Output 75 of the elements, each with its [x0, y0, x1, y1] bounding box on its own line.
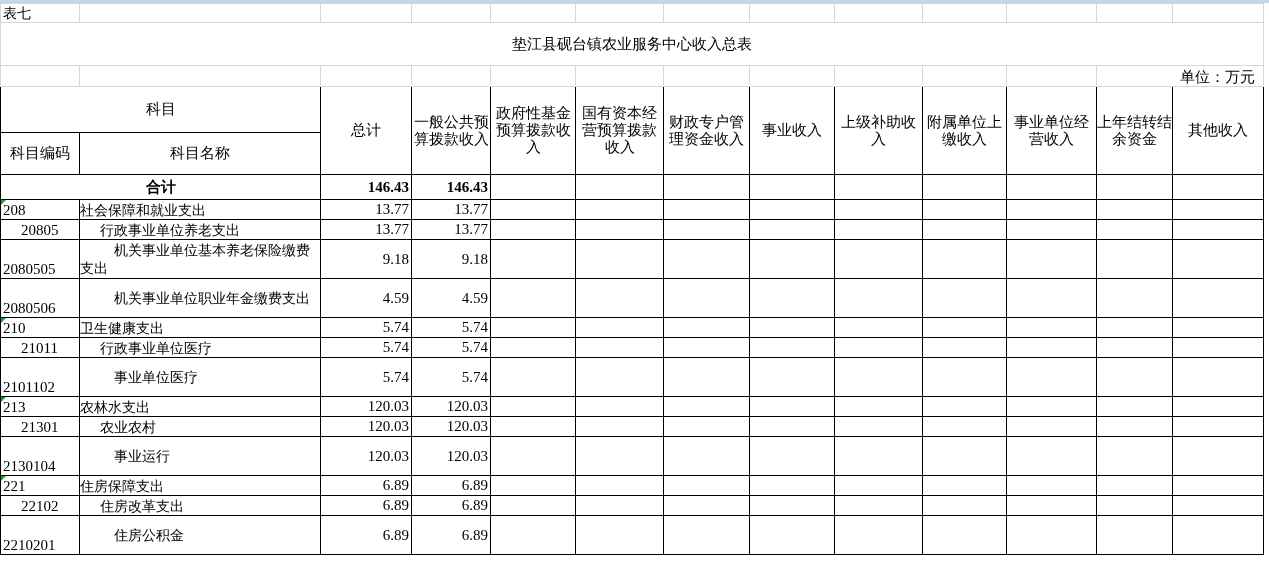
header-cell: 上年结转结余资金 — [1096, 86, 1173, 175]
triangle-icon — [1, 397, 6, 402]
header-cell: 科目 — [0, 86, 321, 133]
table-cell: 6.89 — [320, 495, 412, 516]
table-cell: 住房保障支出 — [79, 475, 321, 496]
table-cell: 120.03 — [411, 436, 491, 476]
header-cell: 财政专户管理资金收入 — [663, 86, 750, 175]
header-cell: 一般公共预算拨款收入 — [411, 86, 491, 175]
table-cell: 221 — [0, 475, 80, 496]
header-cell: 事业单位经营收入 — [1006, 86, 1097, 175]
table-cell: 住房改革支出 — [79, 495, 321, 516]
table-cell: 6.89 — [411, 495, 491, 516]
sheet-label: 表七 — [3, 5, 31, 21]
table-cell: 行政事业单位养老支出 — [79, 219, 321, 240]
triangle-icon — [1, 476, 6, 481]
table-cell: 社会保障和就业支出 — [79, 199, 321, 220]
table-cell: 146.43 — [411, 174, 491, 200]
table-cell: 2210201 — [0, 515, 80, 555]
table-cell: 120.03 — [320, 396, 412, 417]
header-cell: 上级补助收入 — [834, 86, 923, 175]
table-cell: 5.74 — [411, 317, 491, 338]
header-cell: 附属单位上缴收入 — [922, 86, 1007, 175]
table-cell: 6.89 — [411, 515, 491, 555]
table-cell: 2080505 — [0, 239, 80, 279]
table-cell: 120.03 — [411, 416, 491, 437]
table-cell: 208 — [0, 199, 80, 220]
table-cell: 146.43 — [320, 174, 412, 200]
table-cell: 6.89 — [320, 515, 412, 555]
table-cell: 21301 — [0, 416, 80, 437]
table-cell: 农林水支出 — [79, 396, 321, 417]
table-cell: 6.89 — [411, 475, 491, 496]
table-cell: 120.03 — [320, 416, 412, 437]
header-cell: 其他收入 — [1172, 86, 1264, 175]
table-cell: 5.74 — [411, 357, 491, 397]
header-cell: 事业收入 — [749, 86, 835, 175]
table-cell: 120.03 — [411, 396, 491, 417]
table-cell: 住房公积金 — [79, 515, 321, 555]
unit-label: 单位：万元 — [1180, 68, 1255, 86]
table-cell: 机关事业单位基本养老保险缴费支出 — [79, 239, 321, 279]
table-cell: 2101102 — [0, 357, 80, 397]
table-cell: 13.77 — [411, 199, 491, 220]
table-cell: 13.77 — [411, 219, 491, 240]
header-cell: 科目编码 — [0, 132, 80, 175]
table-cell: 4.59 — [411, 278, 491, 318]
header-cell: 总计 — [320, 86, 412, 175]
table-cell: 事业运行 — [79, 436, 321, 476]
table-cell: 13.77 — [320, 219, 412, 240]
table-cell: 213 — [0, 396, 80, 417]
table-cell: 5.74 — [320, 317, 412, 338]
table-cell: 5.74 — [320, 337, 412, 358]
header-cell: 政府性基金预算拨款收入 — [490, 86, 576, 175]
table-cell: 5.74 — [411, 337, 491, 358]
table-cell: 4.59 — [320, 278, 412, 318]
table-cell: 2130104 — [0, 436, 80, 476]
triangle-icon — [1, 318, 6, 323]
table-cell: 5.74 — [320, 357, 412, 397]
table-cell: 行政事业单位医疗 — [79, 337, 321, 358]
table-cell: 机关事业单位职业年金缴费支出 — [79, 278, 321, 318]
table-cell: 6.89 — [320, 475, 412, 496]
sheet-title: 垫江县砚台镇农业服务中心收入总表 — [512, 34, 752, 53]
table-cell: 农业农村 — [79, 416, 321, 437]
table-cell: 22102 — [0, 495, 80, 516]
table-cell: 卫生健康支出 — [79, 317, 321, 338]
table-cell: 13.77 — [320, 199, 412, 220]
table-cell: 9.18 — [411, 239, 491, 279]
table-cell: 事业单位医疗 — [79, 357, 321, 397]
table-cell: 2080506 — [0, 278, 80, 318]
total-label: 合计 — [0, 174, 321, 200]
table-cell: 21011 — [0, 337, 80, 358]
table-cell: 9.18 — [320, 239, 412, 279]
table-cell: 120.03 — [320, 436, 412, 476]
triangle-icon — [1, 200, 6, 205]
table-cell: 20805 — [0, 219, 80, 240]
header-cell: 国有资本经营预算拨款收入 — [575, 86, 664, 175]
table-cell: 210 — [0, 317, 80, 338]
